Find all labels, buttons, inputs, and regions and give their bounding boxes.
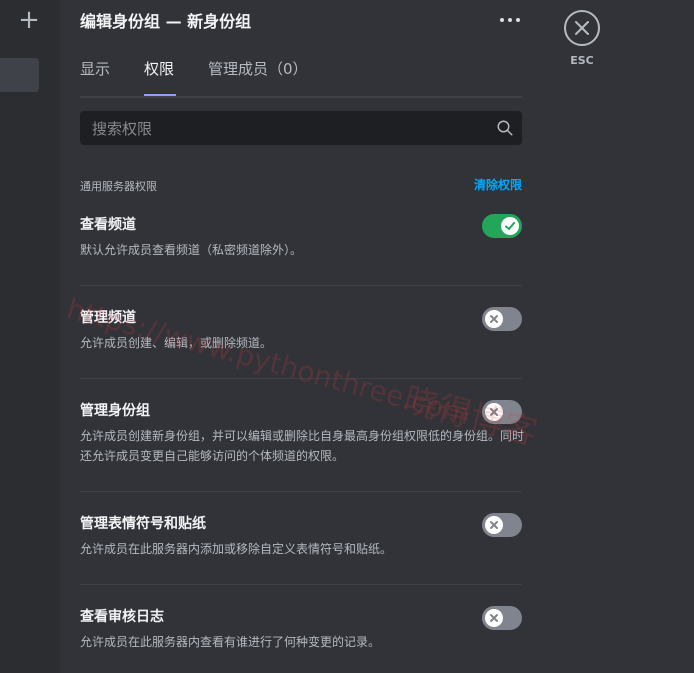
check-icon (505, 222, 515, 230)
server-rail: + (0, 0, 60, 673)
divider (80, 285, 522, 286)
section-header: 通用服务器权限 清除权限 (80, 176, 522, 193)
permission-toggle[interactable] (482, 307, 522, 331)
more-horizontal-icon[interactable] (500, 8, 522, 30)
tab-bar: 显示 权限 管理成员（0） (80, 58, 522, 98)
toggle-knob (501, 217, 519, 235)
permission-name: 管理表情符号和贴纸 (80, 516, 206, 532)
permission-name: 管理频道 (80, 310, 136, 326)
rail-selected-item[interactable] (0, 58, 39, 92)
permission-toggle[interactable] (482, 400, 522, 424)
permission-name: 查看审核日志 (80, 609, 164, 625)
toggle-knob (485, 310, 503, 328)
permission-toggle[interactable] (482, 513, 522, 537)
section-title: 通用服务器权限 (80, 180, 157, 193)
toggle-knob (485, 516, 503, 534)
clear-permissions-link[interactable]: 清除权限 (474, 176, 522, 193)
toggle-knob (485, 609, 503, 627)
permission-description: 允许成员创建、编辑，或删除频道。 (80, 336, 273, 350)
active-tab-indicator (144, 94, 176, 96)
permission-description: 允许成员在此服务器内添加或移除自定义表情符号和贴纸。 (80, 542, 393, 556)
permission-name: 查看频道 (80, 217, 136, 233)
divider (80, 378, 522, 379)
divider (80, 584, 522, 585)
x-icon (490, 614, 498, 622)
x-icon (490, 315, 498, 323)
search-bar (80, 111, 522, 147)
x-icon (490, 521, 498, 529)
permission-name: 管理身份组 (80, 403, 150, 419)
tab-manage-members[interactable]: 管理成员（0） (208, 58, 308, 79)
tab-permissions[interactable]: 权限 (144, 58, 174, 79)
toggle-knob (485, 403, 503, 421)
search-input[interactable] (90, 111, 494, 147)
tab-display[interactable]: 显示 (80, 58, 110, 79)
esc-label: ESC (570, 54, 594, 67)
plus-icon[interactable]: + (17, 7, 41, 33)
permission-toggle[interactable] (482, 214, 522, 238)
permission-toggle[interactable] (482, 606, 522, 630)
close-button[interactable] (564, 10, 600, 46)
permission-description: 允许成员创建新身份组，并可以编辑或删除比自身最高身份组权限低的身份组。同时还允许… (80, 429, 525, 463)
page-title: 编辑身份组 — 新身份组 (80, 12, 252, 31)
search-icon[interactable] (496, 119, 514, 137)
close-icon (575, 21, 589, 35)
permission-description: 默认允许成员查看频道（私密频道除外）。 (80, 243, 303, 257)
divider (80, 491, 522, 492)
x-icon (490, 408, 498, 416)
permission-description: 允许成员在此服务器内查看有谁进行了何种变更的记录。 (80, 635, 381, 649)
